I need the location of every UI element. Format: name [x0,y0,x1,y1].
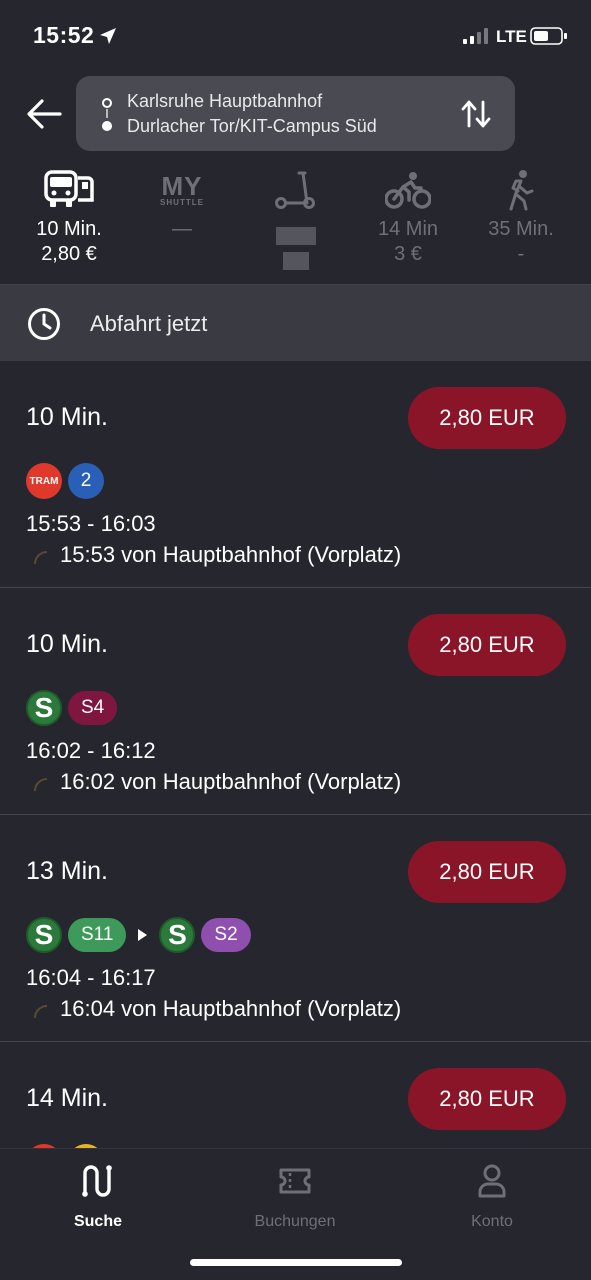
mode-public-transport[interactable]: 10 Min. 2,80 € [10,165,128,267]
mode-scooter-placeholder-duration [276,227,316,245]
person-icon [478,1164,506,1198]
swap-direction-icon[interactable] [460,99,492,129]
myshuttle-logo-small: SHUTTLE [160,198,204,207]
mode-public-price: 2,80 € [41,243,97,265]
result-duration: 10 Min. [26,630,108,658]
destination-dot-icon [102,121,112,131]
walk-icon [509,170,534,211]
mode-myshuttle[interactable]: MY SHUTTLE — [123,165,241,241]
tab-label: Suche [73,1213,122,1230]
line-badge-s4: S4 [68,691,118,725]
location-arrow-icon [100,28,116,44]
mode-myshuttle-status: — [172,218,192,240]
tab-buchungen[interactable]: Buchungen [225,1161,365,1231]
tab-suche[interactable]: Suche [28,1161,168,1231]
result-times: 16:04 - 16:17 [26,965,156,990]
origin-dot-icon [102,98,112,108]
home-indicator[interactable] [190,1259,402,1266]
scooter-icon [275,171,315,209]
result-lines: S S4 [26,690,118,726]
result-departure-stop: 15:53 von Hauptbahnhof (Vorplatz) [60,542,402,567]
result-departure-stop: 16:04 von Hauptbahnhof (Vorplatz) [60,996,402,1021]
network-type: LTE [496,27,527,46]
ticket-icon [279,1168,311,1194]
sbahn-logo-icon: S [26,917,62,953]
tab-label: Buchungen [254,1213,336,1230]
result-lines: TRAM 2 [26,463,104,499]
mode-walk[interactable]: 35 Min. - [462,165,580,267]
result-price-button[interactable]: 2,80 EUR [408,387,566,449]
clock-icon [28,308,60,340]
mode-bike-price: 3 € [394,243,422,265]
mode-public-duration: 10 Min. [36,218,102,240]
mode-bike-duration: 14 Min [377,218,439,240]
bus-icon [44,170,94,207]
result-price-button[interactable]: 2,80 EUR [408,614,566,676]
myshuttle-logo: MY SHUTTLE [160,173,204,207]
back-arrow-icon[interactable] [24,96,64,132]
result-duration: 14 Min. [26,1084,108,1112]
result-times: 16:02 - 16:12 [26,738,156,763]
result-lines: S S11 S S2 [26,917,251,953]
result-departure-stop: 16:02 von Hauptbahnhof (Vorplatz) [60,769,402,794]
status-time: 15:52 [33,22,95,48]
result-price-button[interactable]: 2,80 EUR [408,841,566,903]
realtime-indicator-icon [34,1005,48,1019]
tram-badge: TRAM [26,463,62,499]
destination-text[interactable]: Durlacher Tor/KIT-Campus Süd [127,116,377,137]
line-badge-s2: S2 [201,918,251,952]
tab-konto[interactable]: Konto [422,1161,562,1231]
sbahn-logo-icon: S [159,917,196,953]
result-duration: 10 Min. [26,403,108,431]
origin-text[interactable]: Karlsruhe Hauptbahnhof [127,91,322,112]
tab-label: Konto [471,1213,513,1230]
transfer-arrow-icon [138,929,148,941]
myshuttle-logo-big: MY [161,171,203,201]
mode-bike[interactable]: 14 Min 3 € [349,165,467,267]
mode-walk-price: - [517,243,525,265]
mode-scooter[interactable] [237,165,355,270]
route-input[interactable]: Karlsruhe Hauptbahnhof Durlacher Tor/KIT… [76,76,515,151]
result-card[interactable]: 10 Min. 2,80 EUR S S4 16:02 - 16:12 16:0… [0,588,591,815]
signal-icon [463,28,488,44]
status-bar: 15:52 LTE [0,0,591,70]
route-icon [82,1165,112,1197]
result-card[interactable]: 10 Min. 2,80 EUR TRAM 2 15:53 - 16:03 15… [0,361,591,588]
result-duration: 13 Min. [26,857,108,885]
result-times: 15:53 - 16:03 [26,511,156,536]
line-badge-2: 2 [68,463,104,499]
route-connector [106,109,108,118]
battery-icon [530,27,567,45]
departure-time-selector[interactable]: Abfahrt jetzt [0,285,591,361]
result-card[interactable]: 13 Min. 2,80 EUR S S11 S S2 16:04 - 16:1… [0,815,591,1042]
realtime-indicator-icon [34,551,48,565]
mode-scooter-placeholder-price [283,252,309,270]
result-price-button[interactable]: 2,80 EUR [408,1068,566,1130]
line-badge-s11: S11 [68,918,127,952]
bike-icon [385,172,431,209]
departure-label: Abfahrt jetzt [90,311,208,336]
sbahn-logo-icon: S [26,690,62,726]
realtime-indicator-icon [34,778,48,792]
mode-walk-duration: 35 Min. [488,218,554,240]
